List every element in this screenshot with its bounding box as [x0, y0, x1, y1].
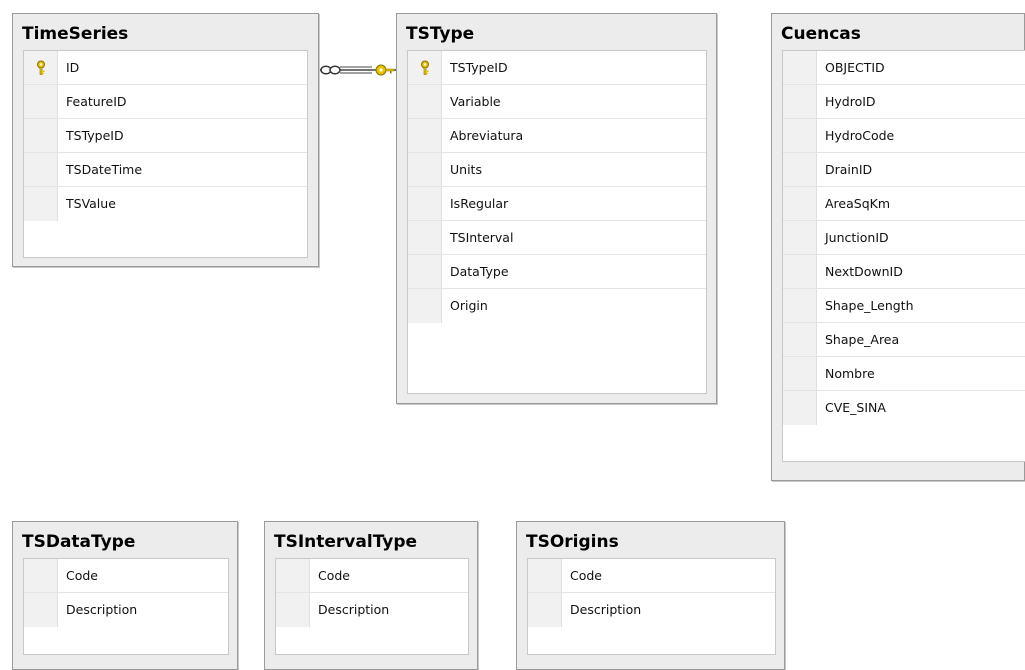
- relationship-line[interactable]: [0, 0, 1025, 670]
- infinity-icon: [320, 65, 341, 75]
- key-end-icon: [375, 64, 395, 76]
